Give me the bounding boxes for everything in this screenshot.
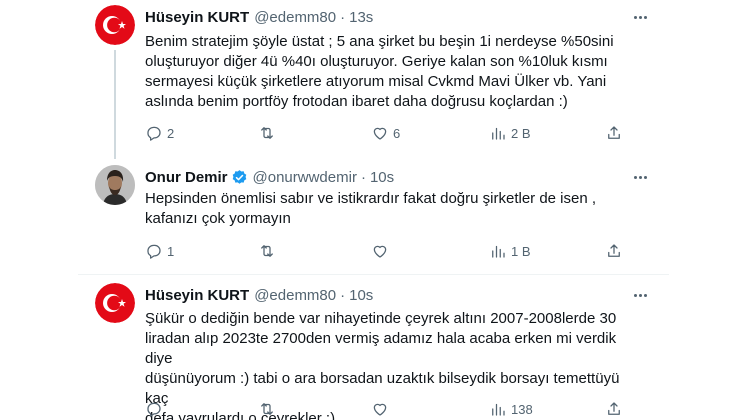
reply-count: 2 bbox=[167, 125, 175, 141]
reply-icon bbox=[147, 402, 161, 417]
retweet-button[interactable] bbox=[258, 124, 280, 142]
author-handle[interactable]: @edemm80 bbox=[254, 287, 336, 304]
like-icon bbox=[373, 245, 387, 258]
more-icon[interactable] bbox=[629, 8, 651, 26]
more-icon[interactable] bbox=[629, 286, 651, 304]
views-icon bbox=[492, 403, 505, 416]
separator-dot: · bbox=[340, 8, 346, 26]
avatar[interactable] bbox=[95, 5, 135, 45]
views-icon bbox=[492, 127, 505, 140]
views-icon bbox=[492, 245, 505, 258]
reply-button[interactable]: 1 bbox=[145, 242, 174, 260]
tweet-header: Hüseyin KURT @edemm80 · 10s bbox=[145, 284, 373, 306]
like-count: 6 bbox=[393, 125, 401, 141]
tweet-text: Benim stratejim şöyle üstat ; 5 ana şirk… bbox=[145, 33, 614, 110]
like-button[interactable] bbox=[371, 242, 393, 260]
like-button[interactable]: 6 bbox=[371, 124, 400, 142]
tweet-actions: 1 1 B bbox=[145, 241, 625, 261]
retweet-icon bbox=[261, 127, 273, 139]
thread-line bbox=[114, 50, 116, 152]
author-name[interactable]: Hüseyin KURT bbox=[145, 9, 249, 26]
timestamp[interactable]: 10s bbox=[349, 287, 373, 304]
tweet-actions: 138 bbox=[145, 399, 625, 419]
turkish-flag-avatar-icon bbox=[95, 5, 135, 45]
like-icon bbox=[373, 127, 387, 140]
reply-icon bbox=[147, 244, 161, 259]
views-button[interactable]: 1 B bbox=[489, 242, 531, 260]
thread-line bbox=[114, 150, 116, 159]
tweet-actions: 2 6 2 B bbox=[145, 123, 625, 143]
tweet-text: Hepsinden önemlisi sabır ve istikrardır … bbox=[145, 190, 597, 227]
author-name[interactable]: Onur Demir bbox=[145, 169, 228, 186]
retweet-button[interactable] bbox=[258, 242, 280, 260]
reply-count: 1 bbox=[167, 243, 175, 259]
retweet-button[interactable] bbox=[258, 400, 280, 418]
views-button[interactable]: 138 bbox=[489, 400, 533, 418]
tweet[interactable]: Onur Demir @onurwwdemir · 10s Hepsinden … bbox=[0, 150, 730, 280]
reply-icon bbox=[147, 126, 161, 141]
views-button[interactable]: 2 B bbox=[489, 124, 531, 142]
views-count: 1 B bbox=[511, 243, 531, 259]
avatar[interactable] bbox=[95, 165, 135, 205]
retweet-icon bbox=[261, 403, 273, 415]
reply-button[interactable] bbox=[145, 400, 167, 418]
avatar[interactable] bbox=[95, 283, 135, 323]
more-icon[interactable] bbox=[629, 168, 651, 186]
separator-dot: · bbox=[360, 168, 366, 186]
reply-button[interactable]: 2 bbox=[145, 124, 174, 142]
user-photo-avatar-icon bbox=[95, 165, 135, 205]
share-button[interactable] bbox=[605, 124, 623, 142]
timestamp[interactable]: 10s bbox=[370, 169, 394, 186]
tweet-header: Hüseyin KURT @edemm80 · 13s bbox=[145, 6, 373, 28]
like-button[interactable] bbox=[371, 400, 393, 418]
views-count: 2 B bbox=[511, 125, 531, 141]
like-icon bbox=[373, 403, 387, 416]
share-icon bbox=[608, 126, 620, 139]
verified-badge-icon bbox=[231, 169, 248, 186]
share-button[interactable] bbox=[605, 400, 623, 418]
author-handle[interactable]: @edemm80 bbox=[254, 9, 336, 26]
retweet-icon bbox=[261, 245, 273, 257]
share-icon bbox=[608, 244, 620, 257]
share-button[interactable] bbox=[605, 242, 623, 260]
turkish-flag-avatar-icon bbox=[95, 283, 135, 323]
share-icon bbox=[608, 402, 620, 415]
tweet[interactable]: Hüseyin KURT @edemm80 · 10s Şükür o dedi… bbox=[0, 275, 730, 420]
author-handle[interactable]: @onurwwdemir bbox=[253, 169, 357, 186]
author-name[interactable]: Hüseyin KURT bbox=[145, 287, 249, 304]
tweet-header: Onur Demir @onurwwdemir · 10s bbox=[145, 166, 394, 188]
views-count: 138 bbox=[511, 401, 533, 417]
tweet[interactable]: Hüseyin KURT @edemm80 · 13s Benim strate… bbox=[0, 0, 730, 152]
separator-dot: · bbox=[340, 286, 346, 304]
timestamp[interactable]: 13s bbox=[349, 9, 373, 26]
